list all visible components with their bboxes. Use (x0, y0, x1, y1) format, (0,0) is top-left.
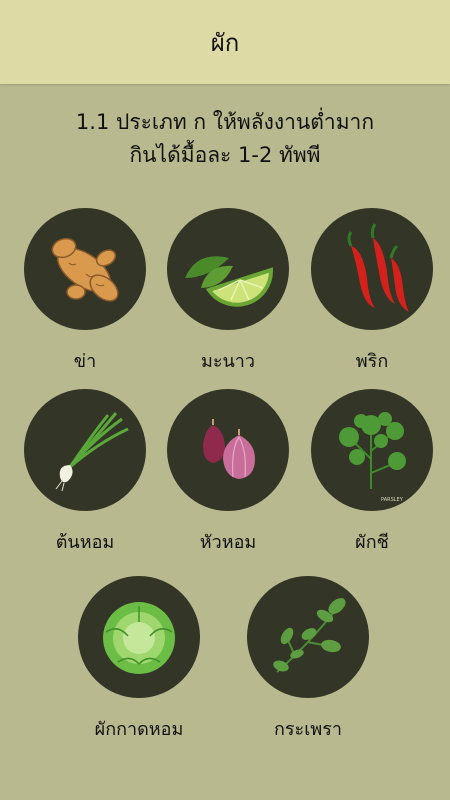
app-header: ผัก (0, 0, 450, 84)
vegetable-item-green-onion[interactable]: ต้นหอม (22, 389, 148, 556)
chili-icon (311, 208, 433, 330)
section-heading-line2: กินได้มื้อละ 1-2 ทัพพี (129, 143, 321, 167)
vegetable-label: กระเพรา (273, 719, 343, 740)
parsley-image-text: PARSLEY (381, 497, 404, 503)
vegetable-item-holy-basil[interactable]: กระเพรา (245, 576, 371, 743)
vegetable-label: ผักชี (355, 532, 389, 553)
vegetable-label: มะนาว (200, 351, 256, 372)
vegetable-label: ข่า (73, 351, 97, 372)
galangal-icon (24, 208, 146, 330)
lettuce-icon (78, 576, 200, 698)
page-title: ผัก (210, 28, 240, 57)
vegetable-item-chili[interactable]: พริก (309, 208, 435, 375)
shallot-icon (167, 389, 289, 511)
vegetable-label: หัวหอม (199, 532, 257, 553)
vegetable-item-galangal[interactable]: ข่า (22, 208, 148, 375)
lime-icon (167, 208, 289, 330)
vegetable-label: ผักกาดหอม (94, 719, 184, 740)
vegetable-item-lime[interactable]: มะนาว (165, 208, 291, 375)
coriander-icon: PARSLEY (311, 389, 433, 511)
section-heading-line1: 1.1 ประเภท ก ให้พลังงานต่ำมาก (75, 110, 375, 134)
vegetable-item-coriander[interactable]: PARSLEY ผักชี (309, 389, 435, 556)
holy-basil-icon (247, 576, 369, 698)
vegetable-item-shallot[interactable]: หัวหอม (165, 389, 291, 556)
vegetable-label: ต้นหอม (55, 532, 115, 553)
green-onion-icon (24, 389, 146, 511)
vegetable-label: พริก (355, 351, 389, 372)
section-heading: 1.1 ประเภท ก ให้พลังงานต่ำมาก กินได้มื้อ… (0, 106, 450, 172)
vegetable-item-lettuce[interactable]: ผักกาดหอม (76, 576, 202, 743)
